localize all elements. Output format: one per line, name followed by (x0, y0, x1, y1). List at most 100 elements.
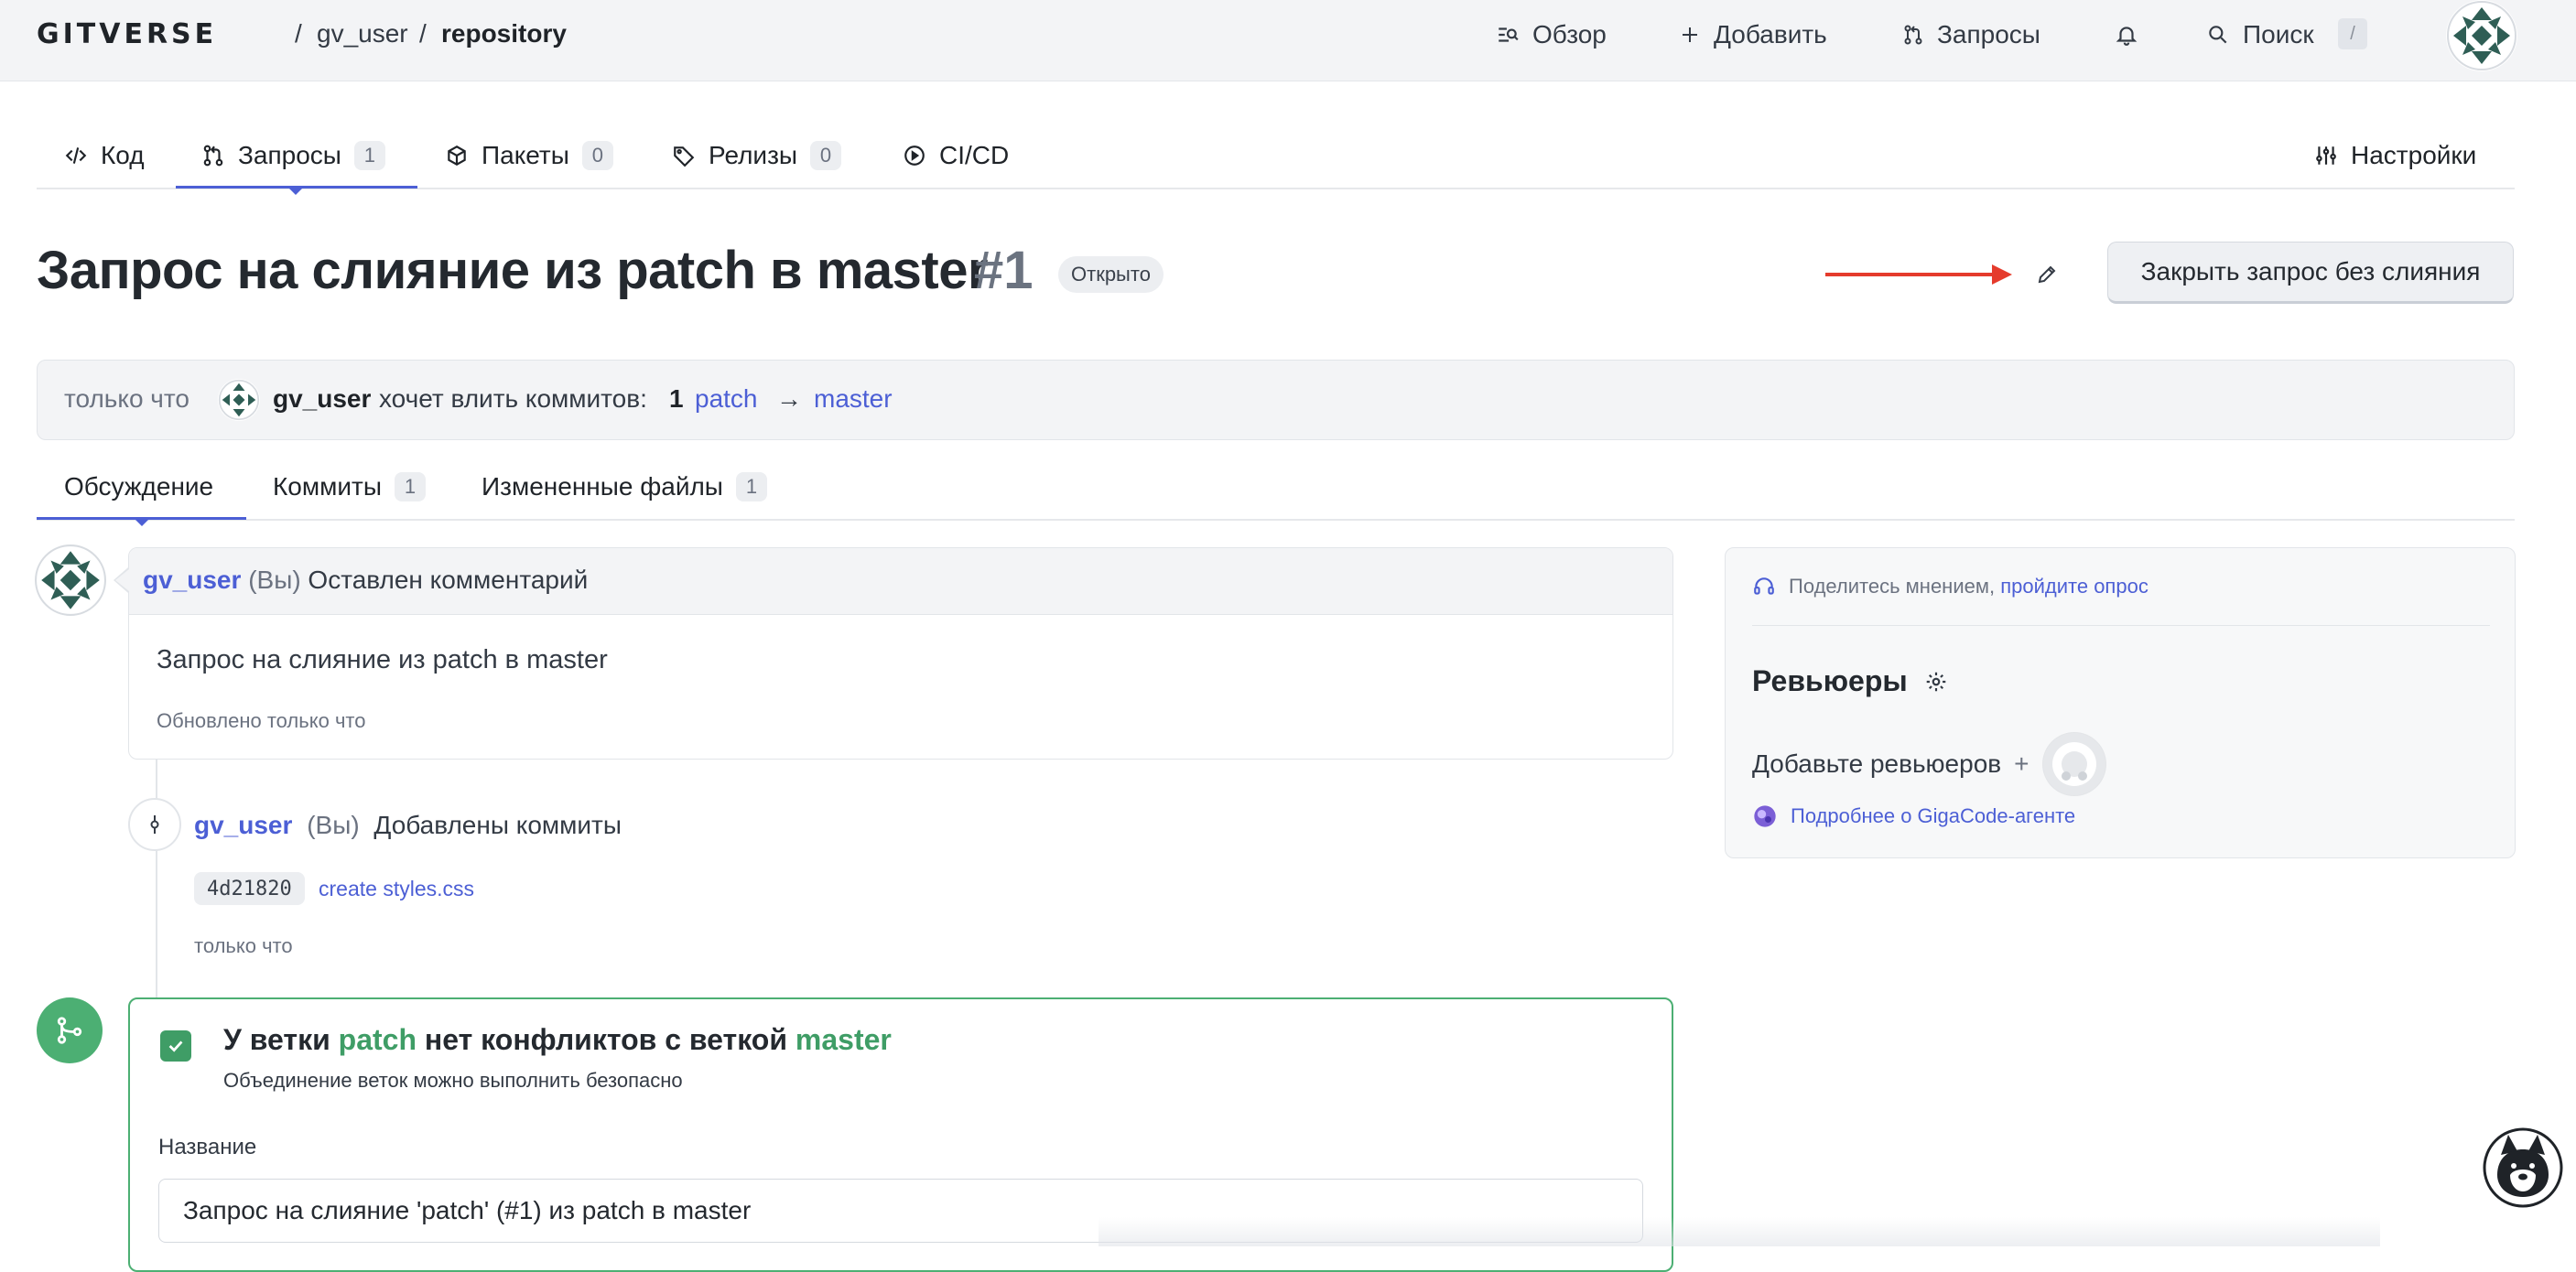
edit-title-button[interactable] (2030, 258, 2063, 291)
merge-title-prefix: У ветки (223, 1023, 330, 1056)
poll-banner: Поделитесь мнением, пройдите опрос (1752, 575, 2148, 598)
comment-author-avatar[interactable] (34, 544, 107, 617)
page-title: Запрос на слияние из patch в master (37, 241, 989, 300)
notifications-button[interactable] (2115, 18, 2138, 51)
breadcrumb-separator: / (419, 19, 427, 48)
pr-info-user[interactable]: gv_user (273, 384, 371, 414)
merge-status-subtitle: Объединение веток можно выполнить безопа… (223, 1069, 683, 1092)
tab-packages-count: 0 (581, 141, 613, 170)
reviewers-heading: Ревьюеры (1752, 664, 1948, 698)
arrow-right-icon: → (776, 384, 802, 413)
search-label: Поиск (2243, 20, 2314, 49)
annotation-arrow-icon (1825, 264, 2012, 285)
play-circle-icon (903, 144, 926, 167)
poll-link[interactable]: пройдите опрос (2000, 575, 2148, 598)
pr-info-time: только что (64, 384, 189, 413)
commit-event-time: только что (194, 934, 293, 957)
settings-label: Настройки (2351, 141, 2477, 169)
search-button[interactable]: Поиск (2206, 18, 2314, 51)
add-reviewers-label: Добавьте ревьюеров (1752, 749, 2002, 778)
tab-cicd[interactable]: CI/CD (903, 137, 1009, 174)
sliders-icon (2314, 144, 2338, 167)
commit-you-label: (Вы) (307, 811, 360, 839)
gigacode-row[interactable]: Подробнее о GigaCode-агенте (1752, 803, 2075, 829)
comment-body: Запрос на слияние из patch в master (157, 645, 608, 674)
pr-info-action: хочет влить коммитов: (379, 384, 647, 413)
tab-releases-count: 0 (810, 141, 842, 170)
pr-number: #1 (974, 241, 1034, 300)
comment-you-label: (Вы) (248, 566, 301, 594)
nav-overview-label: Обзор (1532, 20, 1607, 49)
merge-status-icon (37, 997, 103, 1063)
author-avatar[interactable] (218, 379, 260, 421)
merge-name-input[interactable] (158, 1179, 1643, 1243)
comment-pointer-fill (115, 569, 129, 591)
merge-source-branch: patch (338, 1023, 417, 1056)
comment-action: Оставлен комментарий (308, 566, 589, 594)
gitverse-logo[interactable]: GITVERSE (37, 18, 217, 50)
tab-commits[interactable]: Коммиты 1 (273, 469, 426, 505)
nav-requests[interactable]: Запросы (1902, 18, 2040, 51)
merge-name-label: Название (158, 1135, 257, 1159)
pull-request-icon (1902, 24, 1924, 46)
comment-updated-time: Обновлено только что (157, 709, 366, 732)
check-icon (166, 1036, 186, 1056)
active-tab-caret (287, 187, 304, 195)
tab-discussion-label: Обсуждение (64, 472, 214, 501)
tab-packages[interactable]: Пакеты 0 (445, 137, 613, 174)
plus-icon: + (2014, 749, 2029, 778)
settings-link[interactable]: Настройки (2314, 137, 2476, 174)
tab-releases-label: Релизы (709, 141, 798, 169)
gear-icon[interactable] (1924, 670, 1948, 694)
nav-add-label: Добавить (1714, 20, 1827, 49)
user-avatar[interactable] (2446, 0, 2517, 71)
tab-cicd-label: CI/CD (939, 141, 1010, 169)
tab-discussion[interactable]: Обсуждение (64, 469, 213, 505)
commit-message-link[interactable]: create styles.css (319, 877, 474, 901)
tab-releases[interactable]: Релизы 0 (672, 137, 842, 174)
breadcrumb-separator: / (295, 19, 302, 48)
tab-requests-count: 1 (353, 141, 385, 170)
nav-add[interactable]: Добавить (1679, 18, 1827, 51)
tab-code[interactable]: Код (64, 137, 145, 174)
commit-event-node (128, 798, 181, 851)
pr-info-commit-count: 1 (669, 384, 684, 413)
pencil-icon (2036, 264, 2058, 286)
tab-requests[interactable]: Запросы 1 (201, 137, 385, 174)
reviewers-title: Ревьюеры (1752, 664, 1908, 697)
bell-icon (2115, 23, 2138, 47)
comment-user-link[interactable]: gv_user (143, 566, 241, 594)
sidebar-divider (1752, 625, 2490, 626)
gigacode-link: Подробнее о GigaCode-агенте (1791, 804, 2076, 827)
timeline-line (156, 760, 157, 997)
headset-icon (1752, 575, 1776, 598)
nav-requests-label: Запросы (1937, 20, 2040, 49)
tab-requests-label: Запросы (238, 141, 341, 169)
pull-request-icon (201, 144, 225, 167)
nav-overview[interactable]: Обзор (1496, 18, 1607, 51)
assistant-dog-button[interactable] (2483, 1127, 2563, 1208)
commit-event-header: gv_user (Вы) Добавлены коммиты (194, 811, 622, 840)
search-icon (2206, 23, 2230, 47)
tab-changed-files[interactable]: Измененные файлы 1 (482, 469, 767, 505)
dog-icon (2483, 1127, 2563, 1208)
commit-sha-badge[interactable]: 4d21820 (194, 872, 305, 905)
branch-merge-icon (54, 1015, 85, 1046)
commit-user-link[interactable]: gv_user (194, 811, 292, 839)
source-branch-link[interactable]: patch (695, 384, 758, 414)
tab-commits-count: 1 (394, 472, 426, 501)
breadcrumb-owner[interactable]: gv_user (317, 19, 408, 49)
commit-event-action: Добавлены коммиты (373, 811, 622, 839)
poll-text: Поделитесь мнением, (1789, 575, 1996, 598)
close-without-merge-button[interactable]: Закрыть запрос без слияния (2107, 242, 2514, 304)
target-branch-link[interactable]: master (814, 384, 893, 414)
status-badge: Открыто (1058, 256, 1164, 293)
breadcrumb-repo[interactable]: repository (441, 19, 567, 49)
search-shortcut-badge: / (2338, 18, 2367, 49)
merge-status-title: У ветки patch нет конфликтов с веткой ma… (223, 1023, 892, 1057)
add-reviewers-row[interactable]: Добавьте ревьюеров + (1752, 732, 2106, 796)
merge-title-middle: нет конфликтов с веткой (424, 1023, 788, 1056)
pr-tabs-divider (37, 519, 2515, 521)
tab-changed-files-count: 1 (735, 472, 767, 501)
commit-icon (144, 814, 166, 835)
